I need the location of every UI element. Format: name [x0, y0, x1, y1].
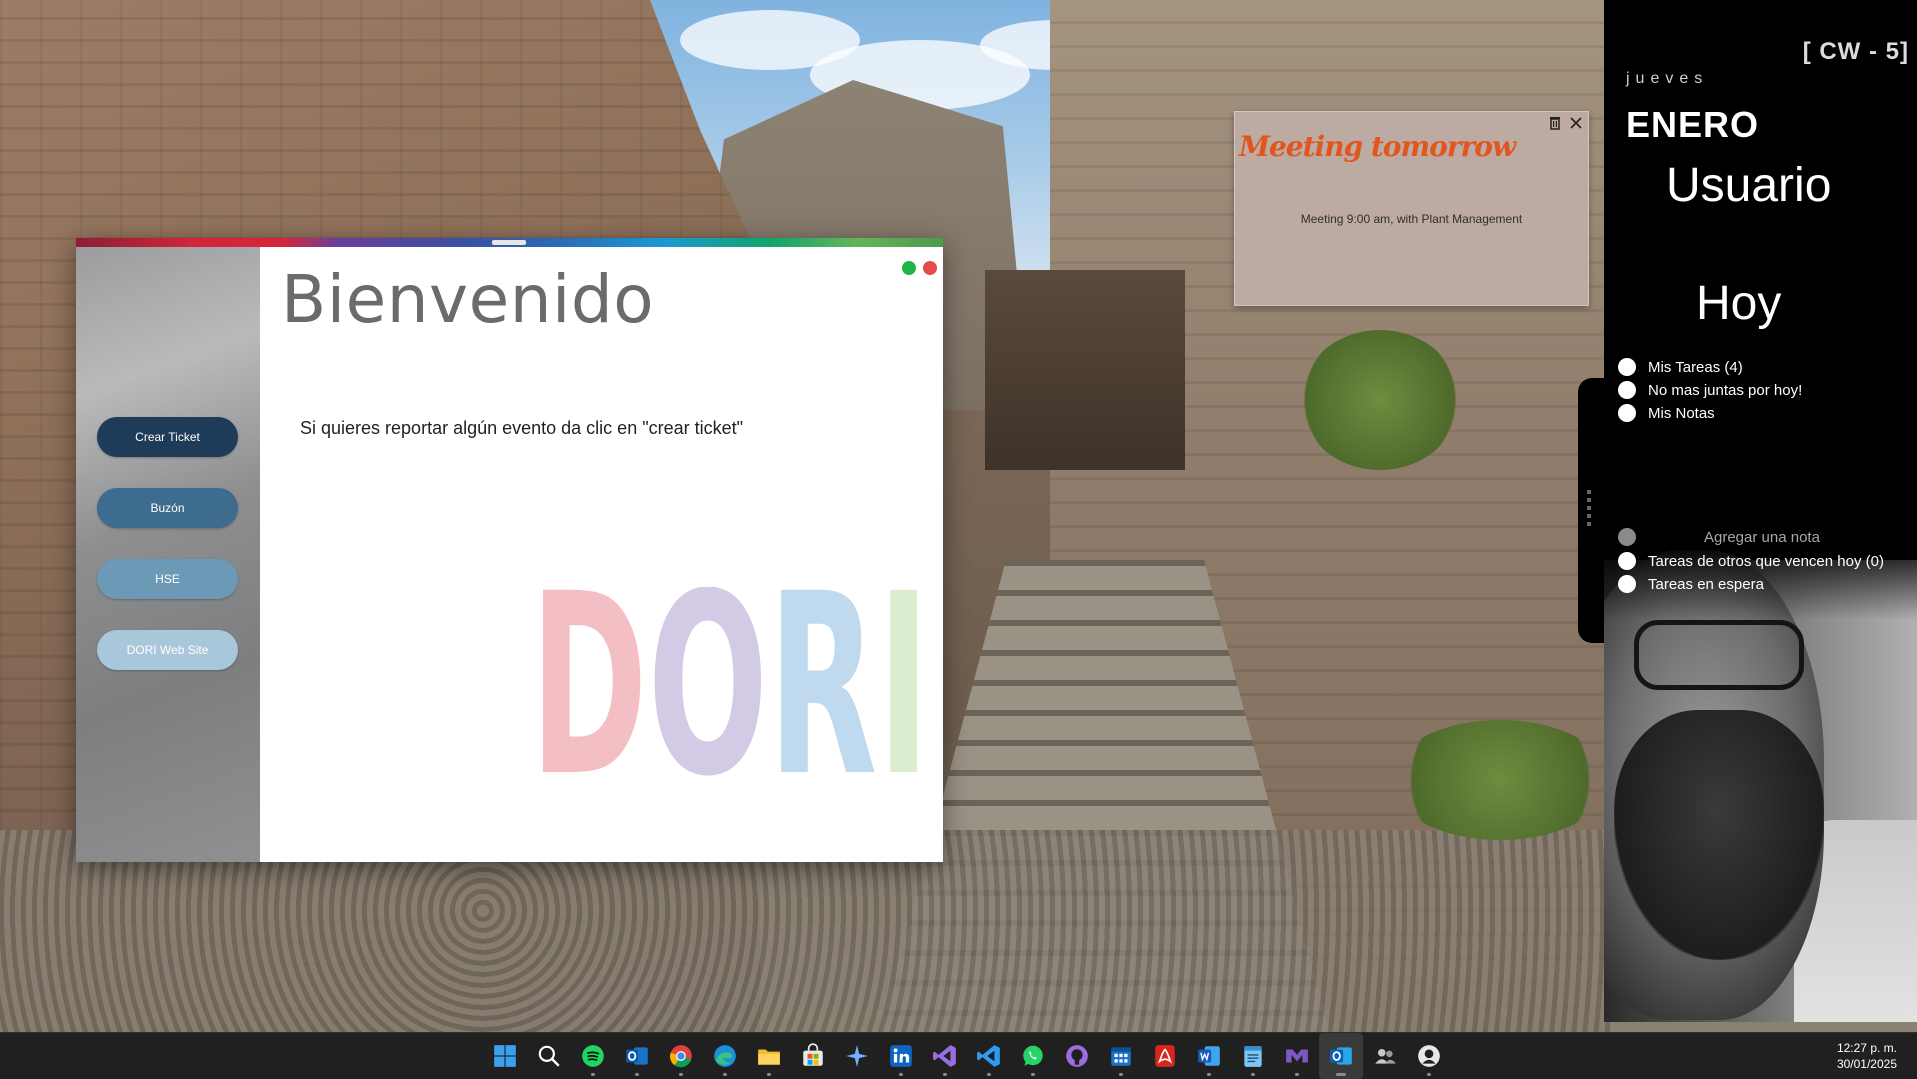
calendar-app-icon[interactable] — [1099, 1033, 1143, 1079]
vscode-icon[interactable] — [967, 1033, 1011, 1079]
outlook-new-icon[interactable] — [1319, 1033, 1363, 1079]
visual-studio-icon[interactable] — [923, 1033, 967, 1079]
acrobat-icon[interactable] — [1143, 1033, 1187, 1079]
taskbar-icons — [483, 1033, 1451, 1079]
welcome-app-window[interactable]: Crear Ticket Buzón HSE DORI Web Site Bie… — [76, 238, 943, 862]
user-photo — [1604, 550, 1917, 1022]
file-explorer-icon[interactable] — [747, 1033, 791, 1079]
window-drag-handle[interactable] — [492, 240, 526, 245]
radio-icon[interactable] — [1618, 358, 1636, 376]
wallpaper-tree — [1300, 330, 1460, 470]
window-title-bar[interactable] — [76, 238, 943, 247]
note-body: Meeting 9:00 am, with Plant Management — [1300, 212, 1523, 226]
taskbar: 12:27 p. m. 30/01/2025 — [0, 1032, 1917, 1079]
wallpaper-bush — [1390, 720, 1610, 840]
panel-collapse-tab[interactable] — [1578, 378, 1604, 643]
radio-icon[interactable] — [1618, 575, 1636, 593]
trash-icon[interactable] — [1547, 116, 1563, 132]
wallpaper-archway — [985, 270, 1185, 470]
task-mis-tareas[interactable]: Mis Tareas (4) — [1618, 357, 1743, 377]
radio-icon[interactable] — [1618, 404, 1636, 422]
dori-logo-text: DORI — [530, 587, 930, 777]
calendar-week-label: [ CW - 5] — [1802, 38, 1909, 65]
close-button[interactable] — [923, 261, 937, 275]
add-note-label: Agregar una nota — [1704, 528, 1820, 546]
radio-icon[interactable] — [1618, 381, 1636, 399]
notepad-icon[interactable] — [1231, 1033, 1275, 1079]
app-sidebar: Crear Ticket Buzón HSE DORI Web Site — [76, 247, 260, 862]
crear-ticket-button[interactable]: Crear Ticket — [97, 417, 238, 457]
task-label: Mis Notas — [1648, 404, 1715, 422]
weekday-label: jueves — [1626, 70, 1709, 87]
task-en-espera[interactable]: Tareas en espera — [1618, 574, 1764, 594]
logo-letter: O — [648, 587, 768, 777]
panel-grip-icon[interactable] — [1587, 490, 1591, 530]
task-no-mas-juntas[interactable]: No mas juntas por hoy! — [1618, 380, 1802, 400]
page-title: Bienvenido — [281, 261, 655, 338]
clock-time: 12:27 p. m. — [1836, 1041, 1897, 1055]
task-label: No mas juntas por hoy! — [1648, 381, 1803, 399]
github-avatar-icon[interactable] — [1407, 1033, 1451, 1079]
agenda-side-panel: [ CW - 5] jueves ENERO Usuario Hoy Mis T… — [1604, 0, 1917, 1022]
hse-button[interactable]: HSE — [97, 559, 238, 599]
close-icon[interactable] — [1568, 116, 1584, 132]
task-label: Mis Tareas (4) — [1648, 358, 1743, 376]
dori-logo: DORI — [530, 587, 930, 777]
today-heading: Hoy — [1696, 277, 1782, 330]
word-icon[interactable] — [1187, 1033, 1231, 1079]
month-label: ENERO — [1626, 104, 1760, 145]
people-icon[interactable] — [1363, 1033, 1407, 1079]
buzon-button[interactable]: Buzón — [97, 488, 238, 528]
chrome-icon[interactable] — [659, 1033, 703, 1079]
task-otros-vencen-hoy[interactable]: Tareas de otros que vencen hoy (0) — [1618, 551, 1884, 571]
outlook-icon[interactable] — [615, 1033, 659, 1079]
github-icon[interactable] — [1055, 1033, 1099, 1079]
edge-icon[interactable] — [703, 1033, 747, 1079]
spotify-icon[interactable] — [571, 1033, 615, 1079]
windows-start-icon[interactable] — [483, 1033, 527, 1079]
radio-icon[interactable] — [1618, 528, 1636, 546]
note-title: Meeting tomorrow — [1239, 130, 1516, 163]
microsoft-store-icon[interactable] — [791, 1033, 835, 1079]
task-mis-notas[interactable]: Mis Notas — [1618, 403, 1715, 423]
app-content: Bienvenido Si quieres reportar algún eve… — [260, 247, 943, 862]
whatsapp-icon[interactable] — [1011, 1033, 1055, 1079]
dori-web-site-button[interactable]: DORI Web Site — [97, 630, 238, 670]
linkedin-icon[interactable] — [879, 1033, 923, 1079]
user-name: Usuario — [1666, 159, 1832, 212]
add-note-button[interactable]: Agregar una nota — [1618, 527, 1820, 547]
welcome-message: Si quieres reportar algún evento da clic… — [300, 418, 744, 438]
logo-letter: I — [877, 587, 930, 777]
copilot-icon[interactable] — [835, 1033, 879, 1079]
sticky-note[interactable]: Meeting tomorrow Meeting 9:00 am, with P… — [1234, 111, 1589, 306]
logo-letter: R — [768, 587, 877, 777]
search-icon[interactable] — [527, 1033, 571, 1079]
task-label: Tareas en espera — [1648, 575, 1764, 593]
maximize-button[interactable] — [902, 261, 916, 275]
clock-date: 30/01/2025 — [1836, 1057, 1897, 1071]
radio-icon[interactable] — [1618, 552, 1636, 570]
task-label: Tareas de otros que vencen hoy (0) — [1648, 552, 1884, 570]
logo-letter: D — [530, 587, 648, 777]
taskbar-clock[interactable]: 12:27 p. m. 30/01/2025 — [1837, 1040, 1897, 1072]
visual-studio-purple-icon[interactable] — [1275, 1033, 1319, 1079]
